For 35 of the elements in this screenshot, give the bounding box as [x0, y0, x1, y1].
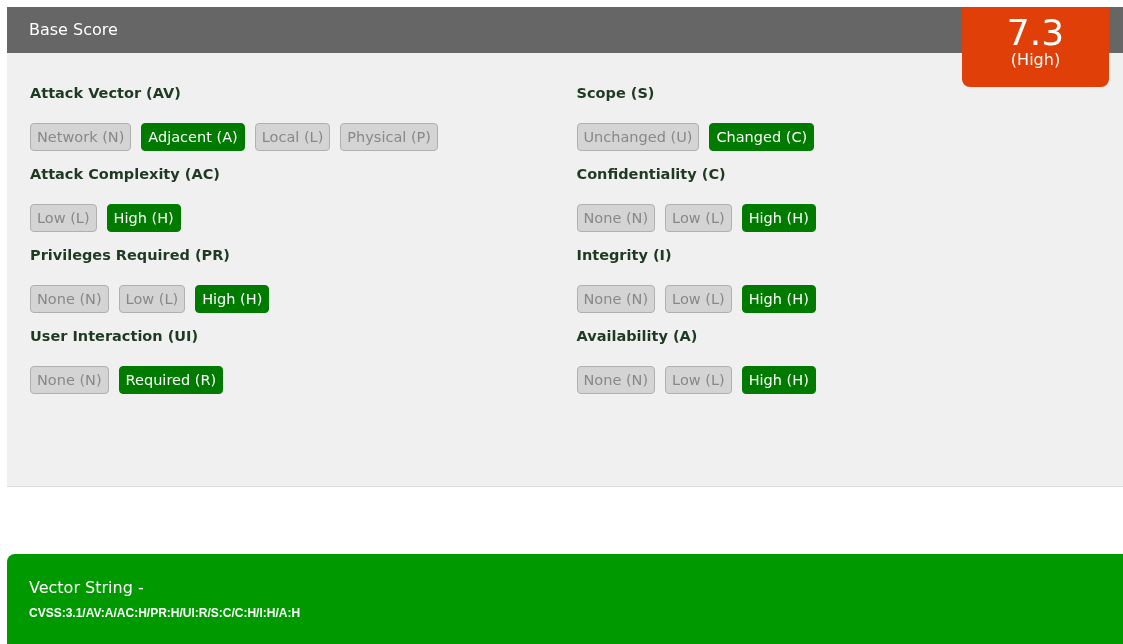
metric-label: User Interaction (UI): [30, 327, 200, 346]
option-button[interactable]: Physical (P): [340, 123, 438, 151]
option-button[interactable]: Low (L): [665, 285, 732, 313]
option-button[interactable]: Local (L): [254, 123, 331, 151]
option-button[interactable]: Required (R): [118, 366, 224, 394]
metric-label: Confidentiality (C): [576, 165, 727, 184]
option-button[interactable]: High (H): [106, 204, 181, 232]
option-button[interactable]: High (H): [195, 285, 270, 313]
option-button[interactable]: None (N): [576, 366, 656, 394]
metric-label: Attack Complexity (AC): [30, 165, 221, 184]
vector-label: Vector String -: [29, 577, 145, 599]
option-button[interactable]: None (N): [576, 285, 656, 313]
option-button[interactable]: Low (L): [30, 204, 97, 232]
option-button[interactable]: Low (L): [665, 204, 732, 232]
vector-string: CVSS:3.1/AV:A/AC:H/PR:H/UI:R/S:C/C:H/I:H/A:H: [29, 605, 302, 622]
option-button[interactable]: None (N): [30, 285, 109, 313]
option-button[interactable]: Unchanged (U): [576, 123, 700, 151]
option-button[interactable]: High (H): [741, 366, 816, 394]
severity-label: (High): [1009, 51, 1062, 69]
section-title: Base Score: [29, 19, 118, 41]
option-button[interactable]: Low (L): [118, 285, 186, 313]
metric-label: Integrity (I): [576, 246, 673, 265]
option-button[interactable]: None (N): [30, 366, 109, 394]
option-button[interactable]: High (H): [741, 204, 816, 232]
option-button[interactable]: Network (N): [30, 123, 132, 151]
option-button[interactable]: None (N): [576, 204, 656, 232]
option-button[interactable]: Low (L): [665, 366, 732, 394]
metric-label: Scope (S): [576, 84, 656, 103]
option-button[interactable]: Adjacent (A): [141, 123, 245, 151]
option-button[interactable]: Changed (C): [709, 123, 815, 151]
metric-label: Availability (A): [576, 327, 699, 346]
option-button[interactable]: High (H): [741, 285, 816, 313]
score-value: 7.3: [1005, 15, 1066, 51]
metric-label: Attack Vector (AV): [30, 84, 182, 103]
metric-label: Privileges Required (PR): [30, 246, 231, 265]
